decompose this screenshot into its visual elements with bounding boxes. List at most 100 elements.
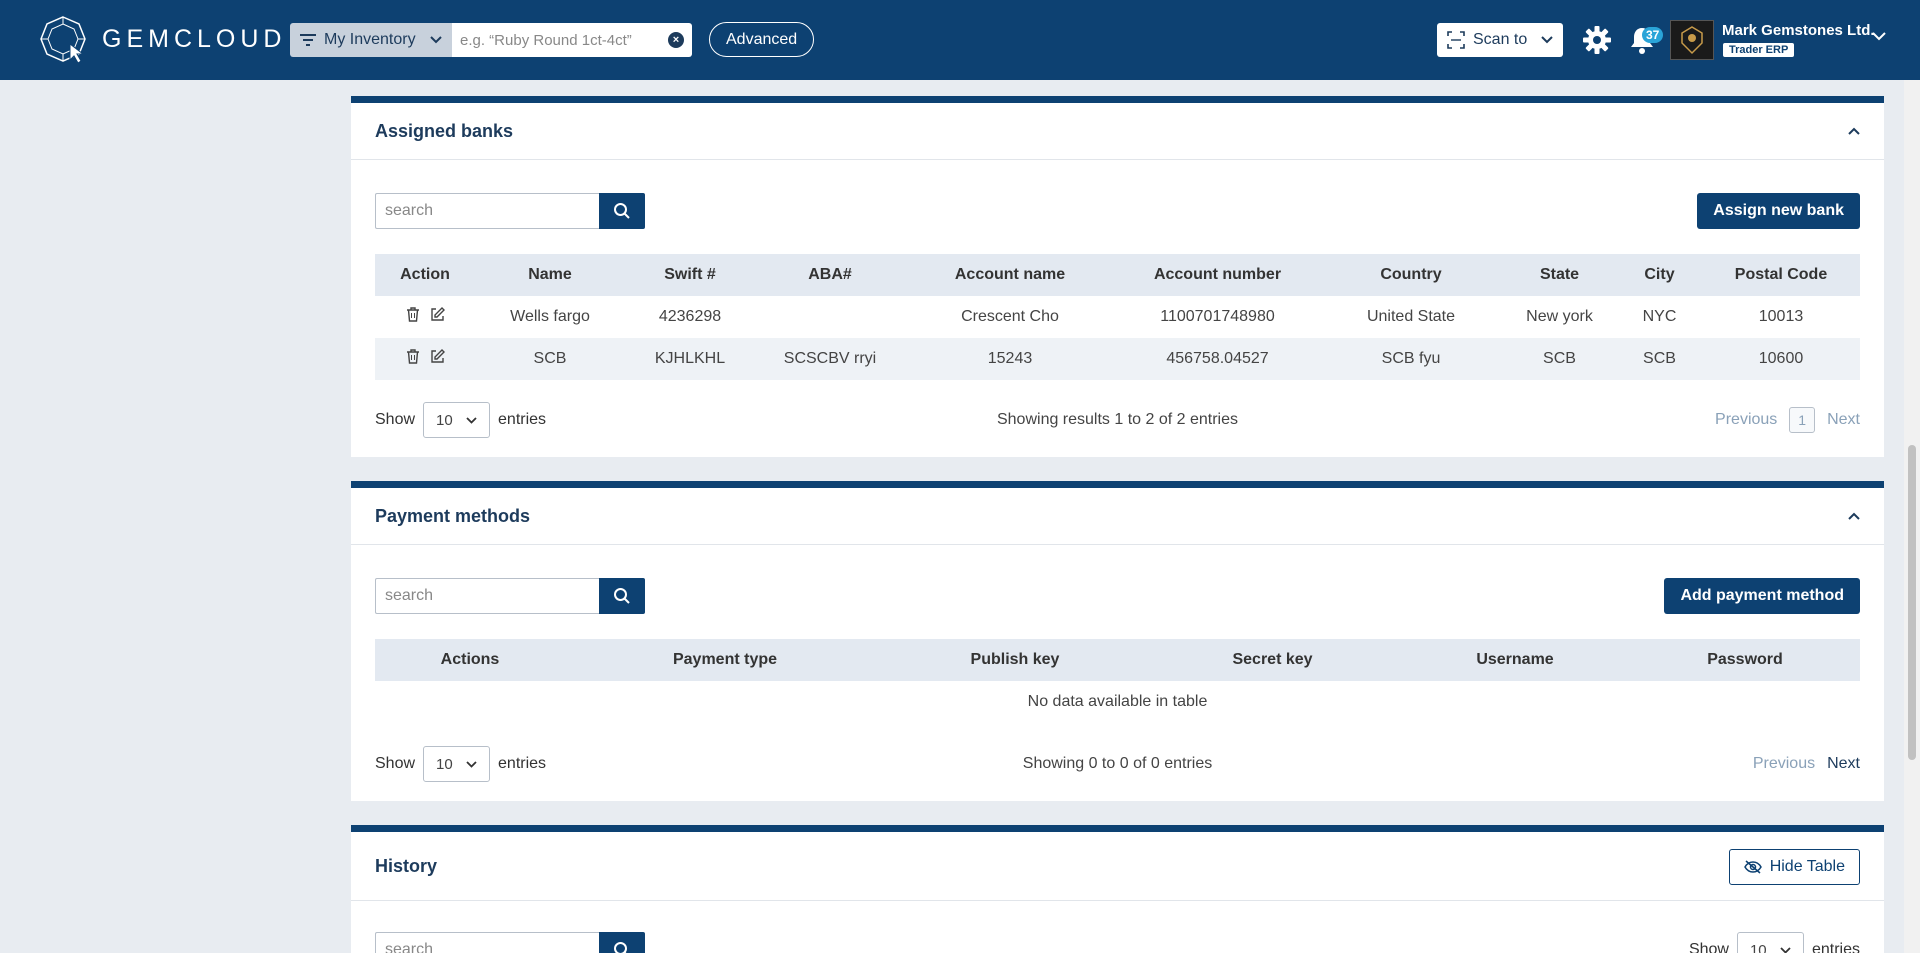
gear-icon[interactable] [1581, 24, 1613, 56]
chevron-down-icon [466, 760, 477, 768]
table-row: No data available in table [375, 681, 1860, 723]
payments-table: Actions Payment type Publish key Secret … [375, 639, 1860, 723]
history-search-input[interactable] [375, 932, 599, 953]
column-header[interactable]: Account name [905, 254, 1115, 296]
account-name-cell: 15243 [905, 338, 1115, 380]
city-cell: SCB [1617, 338, 1702, 380]
column-header[interactable]: Actions [375, 639, 565, 681]
edit-icon[interactable] [430, 307, 445, 322]
global-search-input[interactable] [452, 23, 692, 57]
table-row: SCB KJHLKHL SCSCBV rryi 15243 456758.045… [375, 338, 1860, 380]
entries-label: entries [1811, 941, 1860, 953]
banks-search-button[interactable] [599, 193, 645, 229]
search-icon [614, 203, 630, 219]
table-info: Showing results 1 to 2 of 2 entries [996, 411, 1239, 428]
empty-table-message: No data available in table [1027, 693, 1208, 710]
postal-code-cell: 10600 [1702, 338, 1860, 380]
hide-table-button[interactable]: Hide Table [1728, 849, 1860, 885]
page-number-button[interactable]: 1 [1789, 407, 1816, 433]
column-header[interactable]: ABA# [755, 254, 905, 296]
country-cell: SCB fyu [1320, 338, 1502, 380]
show-label: Show [1688, 941, 1729, 953]
column-header[interactable]: Username [1400, 639, 1630, 681]
state-cell: SCB [1502, 338, 1617, 380]
history-search-group [375, 932, 645, 953]
payment-methods-panel: Payment methods Add payment method Actio… [351, 481, 1884, 801]
payments-search-button[interactable] [599, 578, 645, 614]
column-header[interactable]: Password [1630, 639, 1860, 681]
assigned-banks-panel: Assigned banks Assign new bank Action Na… [351, 96, 1884, 457]
scan-to-button[interactable]: Scan to [1437, 23, 1563, 57]
scan-to-label: Scan to [1473, 31, 1528, 48]
show-label: Show [375, 755, 416, 772]
next-page-button[interactable]: Next [1827, 411, 1860, 429]
previous-page-button[interactable]: Previous [1715, 411, 1777, 429]
history-search-button[interactable] [599, 932, 645, 953]
column-header[interactable]: Publish key [885, 639, 1145, 681]
column-header[interactable]: Secret key [1145, 639, 1400, 681]
swift-cell: 4236298 [658, 308, 722, 325]
search-scope-select[interactable]: My Inventory [290, 23, 452, 57]
edit-icon[interactable] [430, 349, 445, 364]
brand-logo[interactable]: GEMCLOUD [38, 14, 286, 64]
country-cell: United State [1366, 308, 1456, 325]
role-badge: Trader ERP [1723, 43, 1795, 57]
page-length-select[interactable]: 10 [1736, 932, 1804, 953]
column-header[interactable]: Account number [1115, 254, 1320, 296]
company-name[interactable]: Mark Gemstones Ltd. [1722, 22, 1875, 39]
page-length-select[interactable]: 10 [423, 746, 491, 782]
chevron-down-icon [466, 416, 477, 424]
column-header[interactable]: Country [1320, 254, 1502, 296]
chevron-down-icon[interactable] [1872, 32, 1886, 41]
column-header[interactable]: City [1617, 254, 1702, 296]
column-header[interactable]: Postal Code [1702, 254, 1860, 296]
gem-logo-icon [40, 16, 86, 64]
search-scope-label: My Inventory [324, 31, 416, 48]
banks-table: Action Name Swift # ABA# Account name Ac… [375, 254, 1860, 380]
hide-table-label: Hide Table [1769, 858, 1845, 875]
history-page-length: Show 10 entries [1689, 932, 1860, 953]
banks-search-input[interactable] [375, 193, 599, 229]
scrollbar-thumb[interactable] [1908, 445, 1916, 760]
city-cell: NYC [1642, 308, 1677, 325]
bank-name-cell: Wells fargo [510, 308, 590, 325]
assign-new-bank-button[interactable]: Assign new bank [1697, 193, 1860, 229]
state-cell: New york [1526, 308, 1593, 325]
column-header[interactable]: Payment type [565, 639, 885, 681]
account-number-cell: 1100701748980 [1160, 308, 1275, 325]
payments-search-input[interactable] [375, 578, 599, 614]
trash-icon[interactable] [406, 349, 420, 364]
previous-page-button[interactable]: Previous [1753, 755, 1815, 773]
postal-code-cell: 10013 [1758, 308, 1804, 325]
search-icon [614, 942, 627, 953]
next-page-button[interactable]: Next [1827, 755, 1860, 773]
banks-table-footer: Show 10 entries Showing results 1 to 2 o… [375, 402, 1860, 438]
trash-icon[interactable] [406, 307, 420, 322]
pagination: Previous 1 Next [1715, 407, 1860, 433]
filter-icon [300, 34, 316, 46]
bank-name-cell: SCB [475, 338, 625, 380]
column-header[interactable]: Name [475, 254, 625, 296]
advanced-search-button[interactable]: Advanced [709, 22, 815, 57]
add-payment-method-button[interactable]: Add payment method [1664, 578, 1860, 614]
page-length-select[interactable]: 10 [423, 402, 491, 438]
panel-header[interactable]: Assigned banks [351, 103, 1884, 160]
chevron-up-icon[interactable] [1848, 127, 1860, 135]
column-header[interactable]: Action [375, 254, 475, 296]
column-header[interactable]: State [1502, 254, 1617, 296]
show-label: Show [375, 411, 416, 428]
global-search: My Inventory × [290, 23, 692, 57]
panel-header: History [351, 832, 1884, 901]
account-name-cell: Crescent Cho [961, 308, 1059, 325]
panel-title: Payment methods [375, 505, 531, 526]
panel-header[interactable]: Payment methods [351, 488, 1884, 545]
row-actions [375, 338, 475, 380]
chevron-up-icon[interactable] [1848, 512, 1860, 520]
table-row: Wells fargo 4236298 Crescent Cho 1100701… [375, 296, 1860, 338]
row-actions [375, 296, 475, 338]
column-header[interactable]: Swift # [625, 254, 755, 296]
history-panel: History Hide Table Show 10 entries [351, 825, 1884, 953]
payments-search-group [375, 578, 645, 614]
clear-search-icon[interactable]: × [668, 32, 684, 48]
company-avatar[interactable] [1670, 20, 1714, 60]
